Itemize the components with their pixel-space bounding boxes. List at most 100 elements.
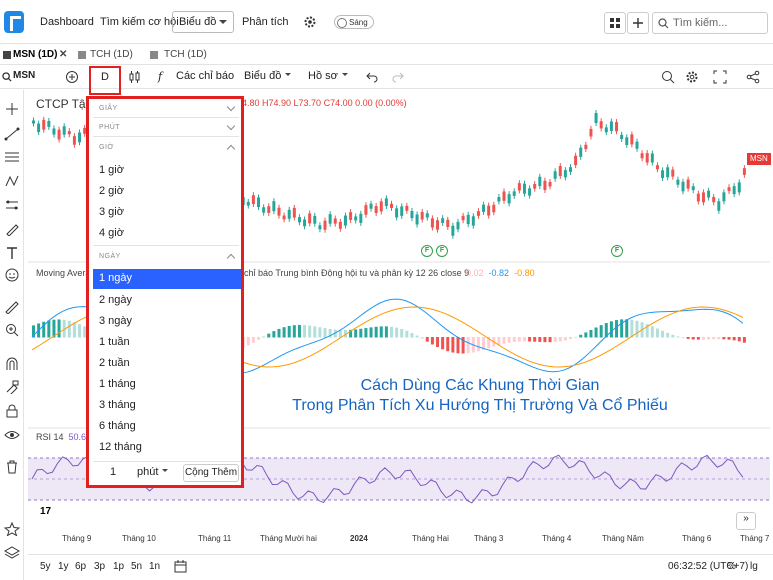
- text-icon[interactable]: [4, 246, 20, 260]
- custom-unit-select[interactable]: phút: [137, 466, 177, 482]
- range-5y[interactable]: 5y: [40, 561, 51, 572]
- profile-button[interactable]: Hồ sơ: [308, 70, 348, 82]
- option-3-months[interactable]: 3 tháng: [99, 399, 136, 411]
- eye-icon[interactable]: [4, 428, 20, 442]
- gear-icon[interactable]: [303, 15, 317, 29]
- range-3m[interactable]: 3p: [94, 561, 105, 572]
- chevron-down-icon[interactable]: [226, 121, 236, 131]
- financial-event-badge[interactable]: F: [421, 245, 433, 257]
- pattern-icon[interactable]: [4, 174, 20, 188]
- section-seconds[interactable]: GIÂY: [99, 105, 118, 112]
- fx-icon: f: [158, 70, 163, 83]
- search-input[interactable]: Tìm kiếm...: [652, 12, 768, 34]
- chart-select[interactable]: Biểu đồ: [172, 11, 234, 33]
- candle: [476, 211, 480, 216]
- candle: [553, 171, 557, 179]
- percent-toggle[interactable]: %: [727, 561, 736, 572]
- option-2-hours[interactable]: 2 giờ: [99, 185, 124, 197]
- share-icon[interactable]: [746, 70, 760, 84]
- crosshair-icon[interactable]: [4, 102, 20, 116]
- log-toggle[interactable]: lg: [750, 561, 758, 572]
- chart-type-button[interactable]: Biểu đồ: [244, 70, 292, 82]
- zoom-in-icon[interactable]: [4, 323, 20, 337]
- option-3-days[interactable]: 3 ngày: [99, 315, 132, 327]
- theme-toggle[interactable]: Sáng: [334, 15, 374, 29]
- candle: [609, 121, 613, 131]
- section-hours[interactable]: GIỜ: [99, 144, 114, 151]
- scroll-to-latest-button[interactable]: »: [736, 512, 756, 530]
- option-1-day-selected[interactable]: 1 ngày: [93, 269, 241, 289]
- interval-button[interactable]: D: [89, 66, 121, 95]
- brush-icon[interactable]: [4, 222, 20, 236]
- compare-plus-icon[interactable]: [65, 70, 79, 84]
- macd-bar: [584, 332, 588, 338]
- chevron-up-icon[interactable]: [226, 144, 236, 154]
- section-days[interactable]: NGÀY: [99, 253, 121, 260]
- option-1-hour[interactable]: 1 giờ: [99, 164, 124, 176]
- macd-bar: [436, 337, 440, 348]
- macd-bar: [272, 331, 276, 338]
- add-button[interactable]: [627, 12, 649, 34]
- magnet-icon[interactable]: [4, 357, 20, 371]
- indicators-button[interactable]: Các chỉ báo: [176, 70, 234, 82]
- option-12-months[interactable]: 12 tháng: [99, 441, 142, 453]
- candle: [37, 123, 41, 133]
- calendar-icon[interactable]: [174, 560, 187, 573]
- nav-search-opportunity[interactable]: Tìm kiếm cơ hội: [100, 16, 179, 28]
- option-3-hours[interactable]: 3 giờ: [99, 206, 124, 218]
- range-1y[interactable]: 1y: [58, 561, 69, 572]
- custom-interval-input[interactable]: 1: [99, 466, 127, 482]
- chevron-down-icon: [162, 469, 169, 475]
- financial-event-badge[interactable]: F: [436, 245, 448, 257]
- range-5d[interactable]: 5n: [131, 561, 142, 572]
- section-minutes[interactable]: PHÚT: [99, 124, 120, 131]
- undo-icon[interactable]: [366, 71, 378, 83]
- tab-tch-2[interactable]: TCH (1D): [164, 49, 207, 60]
- emoji-icon[interactable]: [4, 268, 20, 282]
- zoom-icon[interactable]: [661, 70, 675, 84]
- lock-drawing-icon[interactable]: [4, 380, 20, 394]
- option-2-weeks[interactable]: 2 tuần: [99, 357, 130, 369]
- trash-icon[interactable]: [4, 460, 20, 474]
- financial-event-badge[interactable]: F: [611, 245, 623, 257]
- app-logo[interactable]: [4, 11, 24, 33]
- option-1-week[interactable]: 1 tuần: [99, 336, 130, 348]
- ruler-icon[interactable]: [4, 300, 20, 314]
- redo-icon[interactable]: [392, 71, 404, 83]
- star-icon[interactable]: [4, 522, 20, 536]
- range-1d[interactable]: 1n: [149, 561, 160, 572]
- macd-bar: [712, 337, 716, 340]
- option-2-days[interactable]: 2 ngày: [99, 294, 132, 306]
- candle: [681, 181, 685, 192]
- chevron-up-icon[interactable]: [226, 253, 236, 263]
- nav-analysis[interactable]: Phân tích: [242, 16, 288, 28]
- symbol-input[interactable]: MSN: [13, 70, 35, 81]
- projection-icon[interactable]: [4, 198, 20, 212]
- range-1m[interactable]: 1p: [113, 561, 124, 572]
- gear-icon[interactable]: [685, 70, 699, 84]
- lock-icon[interactable]: [4, 404, 20, 418]
- drawing-toolbar: [0, 90, 24, 580]
- candle: [574, 155, 578, 166]
- candlestick-icon[interactable]: [128, 70, 142, 84]
- layers-icon[interactable]: [4, 546, 20, 560]
- option-6-months[interactable]: 6 tháng: [99, 420, 136, 432]
- macd-bar: [379, 326, 383, 338]
- tab-msn[interactable]: MSN (1D): [13, 49, 57, 60]
- layout-grid-button[interactable]: [604, 12, 626, 34]
- fullscreen-icon[interactable]: [713, 70, 727, 84]
- tab-tch[interactable]: TCH (1D): [90, 49, 133, 60]
- option-4-hours[interactable]: 4 giờ: [99, 227, 124, 239]
- chevron-down-icon[interactable]: [226, 102, 236, 112]
- candle: [333, 218, 337, 224]
- macd-bar: [655, 328, 659, 338]
- add-custom-interval-button[interactable]: Cộng Thêm: [183, 464, 239, 482]
- fib-icon[interactable]: [4, 150, 20, 164]
- option-1-month[interactable]: 1 tháng: [99, 378, 136, 390]
- trend-line-icon[interactable]: [4, 127, 20, 141]
- close-icon[interactable]: ✕: [59, 49, 67, 60]
- time-tick: Tháng Hai: [412, 534, 449, 543]
- nav-dashboard[interactable]: Dashboard: [40, 16, 94, 28]
- overlay-line-2: Trong Phân Tích Xu Hướng Thị Trường Và C…: [292, 397, 668, 414]
- range-6m[interactable]: 6p: [75, 561, 86, 572]
